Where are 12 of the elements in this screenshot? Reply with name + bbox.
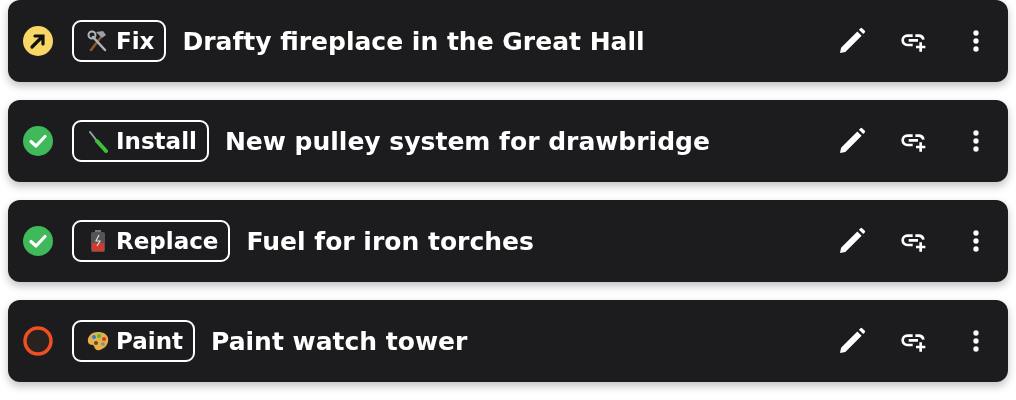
arrow-status-icon[interactable]: [23, 26, 53, 56]
check-status-icon[interactable]: [23, 226, 53, 256]
task-title: Fuel for iron torches: [246, 226, 535, 256]
empty-status-icon[interactable]: [23, 326, 53, 356]
task-title: Paint watch tower: [211, 326, 469, 356]
tag-label: Install: [116, 128, 197, 154]
tag-label: Fix: [116, 28, 155, 54]
tag-label: Replace: [116, 228, 219, 254]
check-status-icon[interactable]: [23, 126, 53, 156]
task-title: Drafty fireplace in the Great Hall: [182, 26, 646, 56]
tag-label: Paint: [116, 328, 183, 354]
task-title: New pulley system for drawbridge: [224, 126, 711, 156]
